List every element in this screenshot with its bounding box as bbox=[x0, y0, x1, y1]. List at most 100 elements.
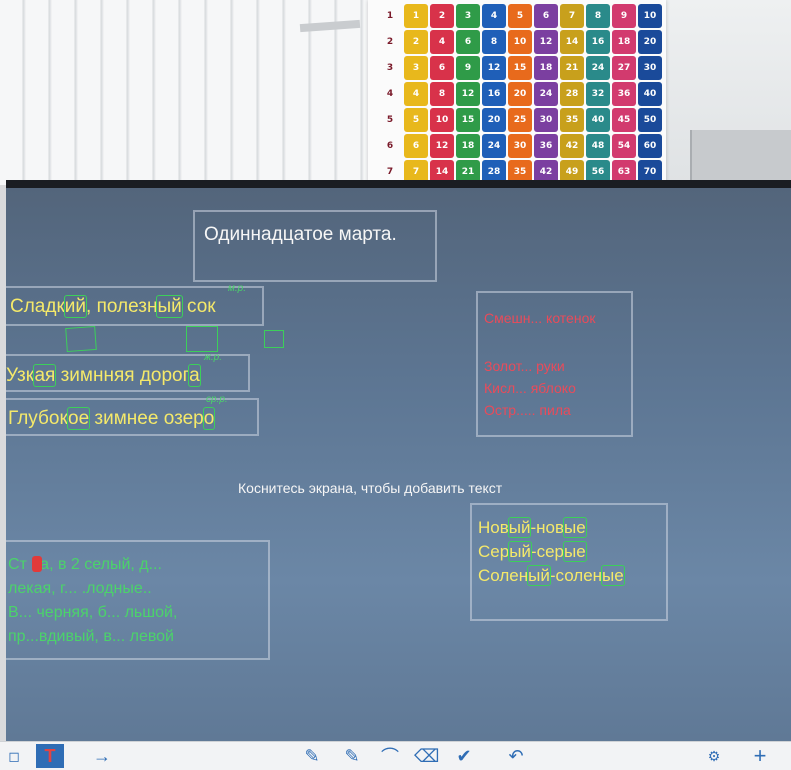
lasso-icon[interactable]: ⌒ bbox=[378, 744, 402, 768]
pair3-stem: Солен bbox=[478, 566, 529, 585]
text-tool-icon[interactable]: T bbox=[36, 744, 64, 768]
poster-row-label: 3 bbox=[386, 63, 394, 73]
poster-cell: 42 bbox=[560, 134, 584, 158]
pair1-stem2: -нов bbox=[530, 518, 565, 537]
poster-cell: 5 bbox=[404, 108, 428, 132]
poster-cell: 60 bbox=[638, 134, 662, 158]
poster-cell: 14 bbox=[560, 30, 584, 54]
line1-rest: , полезн bbox=[86, 296, 158, 317]
line3-prefix: Глубок bbox=[8, 408, 68, 429]
poster-cell: 50 bbox=[638, 108, 662, 132]
poster-cell: 6 bbox=[534, 4, 558, 28]
left-line-2: Узкая зимнняя дорога bbox=[6, 364, 201, 387]
poster-cell: 9 bbox=[612, 4, 636, 28]
line1-rest2: сок bbox=[181, 296, 216, 317]
add-text-hint[interactable]: Коснитесь экрана, чтобы добавить текст bbox=[238, 480, 502, 496]
add-icon[interactable]: + bbox=[748, 743, 772, 768]
poster-cell: 30 bbox=[638, 56, 662, 80]
poster-row-label: 2 bbox=[386, 37, 394, 47]
poster-cell: 1 bbox=[404, 4, 428, 28]
line3-rest: зимнее озер bbox=[89, 408, 204, 429]
green-line-4: пр...вдивый, в... левой bbox=[8, 628, 174, 645]
annotation-zh: ж.р. bbox=[204, 352, 222, 363]
pair-line-2: Серый-серые bbox=[478, 541, 587, 562]
board-title: Одиннадцатое марта. bbox=[204, 224, 397, 245]
poster-cell: 18 bbox=[456, 134, 480, 158]
line2-prefix: Узк bbox=[6, 365, 35, 386]
poster-cell: 8 bbox=[482, 30, 506, 54]
poster-cell: 21 bbox=[560, 56, 584, 80]
poster-cell: 18 bbox=[534, 56, 558, 80]
multiplication-poster: 1 1 2 3 4 5 6 7 8 9 10 2 2 4 6 8 10 12 14 16 18 20 3 3 6 9 12 15 18 2… bbox=[368, 0, 666, 185]
poster-grid: 1 1 2 3 4 5 6 7 8 9 10 2 2 4 6 8 10 12 14 16 18 20 3 3 6 9 12 15 18 2… bbox=[378, 4, 662, 184]
line1-ending2: ый bbox=[156, 295, 183, 318]
poster-cell: 24 bbox=[534, 82, 558, 106]
poster-cell: 6 bbox=[404, 134, 428, 158]
red-line-1: Смешн... котенок bbox=[484, 310, 596, 326]
poster-cell: 12 bbox=[430, 134, 454, 158]
green-square-2 bbox=[186, 326, 218, 352]
poster-cell: 24 bbox=[586, 56, 610, 80]
poster-cell: 30 bbox=[508, 134, 532, 158]
poster-cell: 45 bbox=[612, 108, 636, 132]
marker-icon[interactable]: ✎ bbox=[340, 744, 364, 768]
whiteboard-canvas[interactable]: Одиннадцатое марта. Сладкий, полезный со… bbox=[6, 180, 791, 749]
pair3-stem2: -солен bbox=[549, 566, 603, 585]
pair1-ending2: ые bbox=[563, 517, 587, 538]
line3-ending2: о bbox=[202, 407, 216, 430]
settings-icon[interactable]: ⚙ bbox=[702, 744, 726, 768]
pair-line-1: Новый-новые bbox=[478, 517, 587, 538]
left-line-3: Глубокое зимнее озеро bbox=[8, 407, 216, 430]
poster-cell: 9 bbox=[456, 56, 480, 80]
poster-row-label: 4 bbox=[386, 89, 394, 99]
red-line-4: Кисл... яблоко bbox=[484, 380, 576, 396]
poster-cell: 3 bbox=[404, 56, 428, 80]
poster-cell: 10 bbox=[430, 108, 454, 132]
poster-cell: 16 bbox=[482, 82, 506, 106]
select-tool-icon[interactable]: ◻ bbox=[2, 744, 26, 768]
green-line-2: лекая, г... .лодные.. bbox=[8, 580, 152, 597]
poster-row-label: 6 bbox=[386, 141, 394, 151]
check-icon[interactable]: ✔ bbox=[452, 744, 476, 768]
line2-rest: зимнняя дорог bbox=[55, 365, 190, 386]
poster-cell: 3 bbox=[456, 4, 480, 28]
poster-cell: 8 bbox=[430, 82, 454, 106]
eraser-icon[interactable]: ⌫ bbox=[414, 744, 439, 768]
line1-prefix: Сладк bbox=[10, 296, 65, 317]
poster-cell: 35 bbox=[560, 108, 584, 132]
poster-cell: 2 bbox=[404, 30, 428, 54]
poster-cell: 10 bbox=[638, 4, 662, 28]
title-box[interactable] bbox=[193, 210, 437, 282]
arrow-tool-icon[interactable]: → bbox=[90, 744, 114, 768]
board-toolbar: ◻ T → ✎ ✎ ⌒ ⌫ ✔ ↶ ⚙ + bbox=[0, 741, 791, 770]
poster-row-label: 1 bbox=[386, 11, 394, 21]
poster-cell: 12 bbox=[482, 56, 506, 80]
annotation-sr: ср.р. bbox=[206, 394, 228, 405]
pen-icon[interactable]: ✎ bbox=[300, 744, 324, 768]
poster-cell: 8 bbox=[586, 4, 610, 28]
poster-cell: 4 bbox=[430, 30, 454, 54]
poster-cell: 4 bbox=[404, 82, 428, 106]
poster-cell: 20 bbox=[482, 108, 506, 132]
wall-cabinet bbox=[690, 130, 791, 185]
poster-cell: 15 bbox=[456, 108, 480, 132]
pair2-stem: Сер bbox=[478, 542, 510, 561]
poster-cell: 6 bbox=[430, 56, 454, 80]
poster-cell: 12 bbox=[456, 82, 480, 106]
poster-cell: 30 bbox=[534, 108, 558, 132]
red-ink-mark bbox=[32, 556, 42, 572]
poster-cell: 20 bbox=[638, 30, 662, 54]
poster-cell: 10 bbox=[508, 30, 532, 54]
poster-cell: 20 bbox=[508, 82, 532, 106]
poster-cell: 28 bbox=[560, 82, 584, 106]
annotation-m: м.р. bbox=[228, 283, 246, 294]
pair2-stem2: -сер bbox=[530, 542, 564, 561]
poster-cell: 4 bbox=[482, 4, 506, 28]
undo-icon[interactable]: ↶ bbox=[504, 744, 528, 768]
poster-cell: 16 bbox=[586, 30, 610, 54]
pair2-ending2: ые bbox=[562, 541, 587, 562]
poster-cell: 25 bbox=[508, 108, 532, 132]
green-square-1 bbox=[65, 325, 97, 353]
green-square-3 bbox=[264, 330, 284, 348]
line2-ending: ая bbox=[33, 364, 57, 387]
